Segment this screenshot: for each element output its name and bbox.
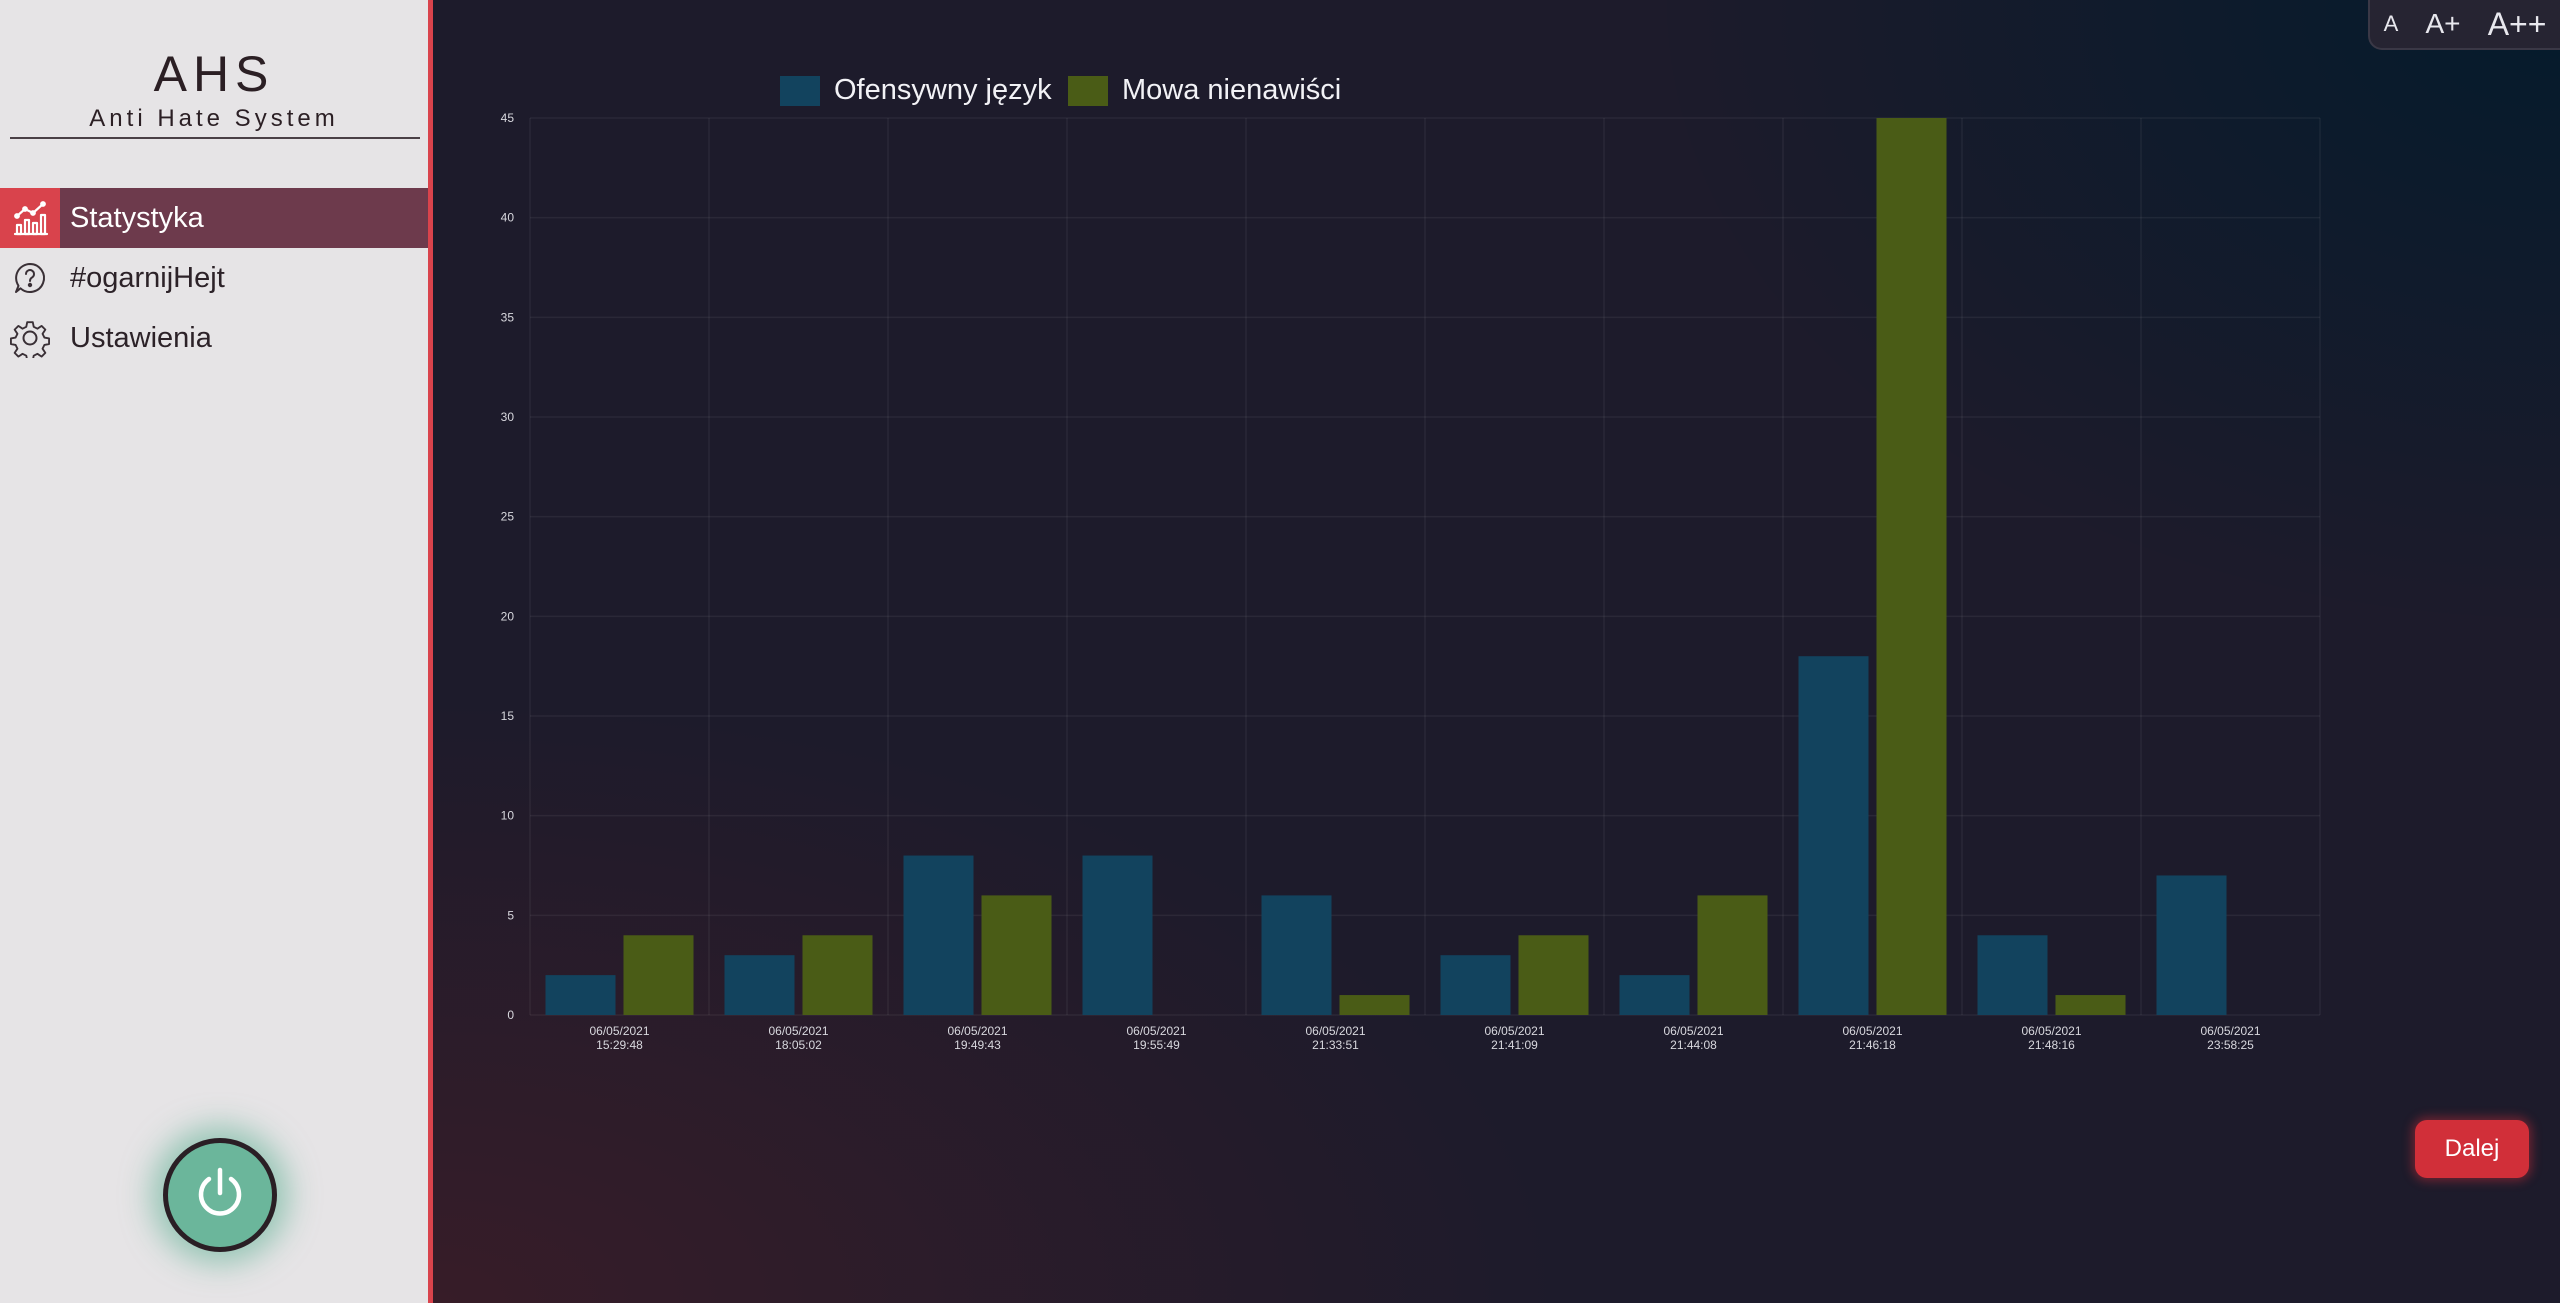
chart-grid	[529, 117, 2321, 1016]
legend-item-ofensywny[interactable]: Ofensywny język	[780, 74, 1052, 106]
sidebar-item-label: Ustawienia	[70, 321, 212, 354]
app-window: AHS Anti Hate System Statystyka #ogarnij…	[0, 0, 2560, 1303]
legend-swatch	[780, 76, 820, 106]
chart-x-axis: 06/05/202115:29:4806/05/202118:05:0206/0…	[589, 1024, 2260, 1052]
x-tick-date: 06/05/2021	[947, 1024, 1007, 1038]
y-tick-label: 5	[507, 908, 514, 922]
power-button[interactable]	[163, 1138, 277, 1252]
x-tick-time: 19:55:49	[1133, 1038, 1180, 1052]
sidebar-item-label: Statystyka	[70, 201, 204, 234]
x-tick-time: 21:41:09	[1491, 1038, 1538, 1052]
x-tick-time: 15:29:48	[596, 1038, 643, 1052]
x-tick-time: 18:05:02	[775, 1038, 822, 1052]
x-tick-date: 06/05/2021	[2200, 1024, 2260, 1038]
bar-ofensywny-2[interactable]	[903, 855, 974, 1015]
sidebar-item-ogarnijhejt[interactable]: #ogarnijHejt	[0, 248, 428, 308]
bar-mowa-8[interactable]	[2055, 995, 2126, 1015]
y-tick-label: 0	[507, 1008, 514, 1022]
bar-mowa-6[interactable]	[1697, 895, 1768, 1015]
chart-bars	[545, 118, 2227, 1015]
bar-mowa-1[interactable]	[802, 935, 873, 1015]
y-tick-label: 30	[501, 410, 515, 424]
x-tick-time: 21:48:16	[2028, 1038, 2075, 1052]
chart-legend: Ofensywny język Mowa nienawiści	[780, 74, 1341, 106]
y-tick-label: 45	[501, 111, 515, 125]
power-icon	[191, 1164, 249, 1227]
x-tick-date: 06/05/2021	[1842, 1024, 1902, 1038]
y-tick-label: 35	[501, 310, 515, 324]
logo-divider	[10, 137, 420, 139]
bar-mowa-7[interactable]	[1876, 118, 1947, 1015]
x-tick-time: 21:44:08	[1670, 1038, 1717, 1052]
x-tick-date: 06/05/2021	[589, 1024, 649, 1038]
y-tick-label: 40	[501, 211, 515, 225]
sidebar-nav: Statystyka #ogarnijHejt Ustawienia	[0, 188, 428, 368]
x-tick-time: 21:46:18	[1849, 1038, 1896, 1052]
bar-ofensywny-1[interactable]	[724, 955, 795, 1015]
logo-title: AHS	[153, 46, 275, 102]
legend-label: Mowa nienawiści	[1122, 74, 1341, 106]
bar-mowa-5[interactable]	[1518, 935, 1589, 1015]
bar-ofensywny-8[interactable]	[1977, 935, 2048, 1015]
x-tick-time: 23:58:25	[2207, 1038, 2254, 1052]
x-tick-time: 19:49:43	[954, 1038, 1001, 1052]
bar-ofensywny-4[interactable]	[1261, 895, 1332, 1015]
chart-line-icon	[0, 188, 60, 248]
sidebar: AHS Anti Hate System Statystyka #ogarnij…	[0, 0, 433, 1303]
x-tick-date: 06/05/2021	[1663, 1024, 1723, 1038]
bar-chart-svg: Ofensywny język Mowa nienawiści 0 5 10 15 20 2…	[501, 74, 2321, 1052]
x-tick-date: 06/05/2021	[2021, 1024, 2081, 1038]
gear-icon	[0, 308, 60, 368]
question-icon	[0, 248, 60, 308]
bar-mowa-2[interactable]	[981, 895, 1052, 1015]
x-tick-date: 06/05/2021	[1305, 1024, 1365, 1038]
logo: AHS Anti Hate System	[0, 44, 428, 134]
main-content: A A+ A++ Ofensywny język Mowa nienawiści …	[433, 0, 2560, 1303]
sidebar-item-label: #ogarnijHejt	[70, 261, 225, 294]
bar-chart: Ofensywny język Mowa nienawiści 0 5 10 15 20 2…	[433, 0, 2560, 1100]
sidebar-item-ustawienia[interactable]: Ustawienia	[0, 308, 428, 368]
x-tick-date: 06/05/2021	[1126, 1024, 1186, 1038]
y-tick-label: 10	[501, 809, 515, 823]
bar-ofensywny-0[interactable]	[545, 975, 616, 1015]
chart-y-axis: 0 5 10 15 20 25 30 35 40 45	[501, 111, 515, 1022]
bar-ofensywny-5[interactable]	[1440, 955, 1511, 1015]
x-tick-date: 06/05/2021	[1484, 1024, 1544, 1038]
y-tick-label: 25	[501, 510, 515, 524]
bar-mowa-4[interactable]	[1339, 995, 1410, 1015]
bar-mowa-0[interactable]	[623, 935, 694, 1015]
legend-item-mowa[interactable]: Mowa nienawiści	[1068, 74, 1341, 106]
logo-subtitle: Anti Hate System	[89, 105, 339, 132]
y-tick-label: 15	[501, 709, 515, 723]
x-tick-date: 06/05/2021	[768, 1024, 828, 1038]
y-tick-label: 20	[501, 609, 515, 623]
legend-label: Ofensywny język	[834, 74, 1052, 106]
bar-ofensywny-3[interactable]	[1082, 855, 1153, 1015]
x-tick-time: 21:33:51	[1312, 1038, 1359, 1052]
bar-ofensywny-6[interactable]	[1619, 975, 1690, 1015]
bar-ofensywny-7[interactable]	[1798, 656, 1869, 1015]
next-button[interactable]: Dalej	[2415, 1120, 2529, 1178]
sidebar-item-statystyka[interactable]: Statystyka	[0, 188, 428, 248]
legend-swatch	[1068, 76, 1108, 106]
bar-ofensywny-9[interactable]	[2156, 875, 2227, 1015]
